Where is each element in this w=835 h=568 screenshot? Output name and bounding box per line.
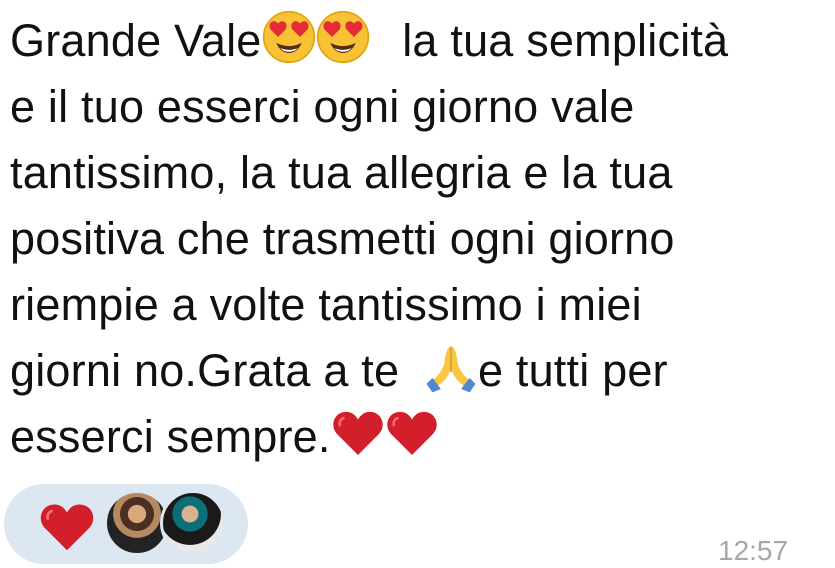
message-line: positiva che trasmetti ogni giorno xyxy=(10,213,675,264)
message-text: Grande Vale la tua semplicità e il tuo e… xyxy=(10,8,825,470)
message-line: tantissimo, la tua allegria e la tua xyxy=(10,147,673,198)
red-heart-emoji-icon xyxy=(386,411,437,455)
heart-eyes-emoji-icon xyxy=(316,10,369,64)
message-text-segment: la tua semplicità xyxy=(389,15,729,66)
message-text-segment: e tutti per xyxy=(477,345,668,396)
folded-hands-emoji-icon xyxy=(426,345,476,393)
message-line: e il tuo esserci ogni giorno vale xyxy=(10,81,635,132)
message-timestamp: 12:57 xyxy=(718,535,789,566)
message-line: riempie a volte tantissimo i miei xyxy=(10,279,642,330)
message-line: esserci sempre. xyxy=(10,404,825,470)
message-bubble[interactable]: Grande Vale la tua semplicità e il tuo e… xyxy=(0,0,835,566)
red-heart-emoji-icon xyxy=(332,411,383,455)
message-text-segment: Grande Vale xyxy=(10,15,262,66)
message-text-segment: esserci sempre. xyxy=(10,411,331,462)
heart-eyes-emoji-icon xyxy=(262,10,315,64)
message-line: Grande Vale la tua semplicità xyxy=(10,8,825,74)
message-line: giorni no.Grata a te e tutti per xyxy=(10,338,825,404)
heart-reaction-icon[interactable] xyxy=(38,500,96,552)
message-text-segment: giorni no.Grata a te xyxy=(10,345,412,396)
reactor-avatar[interactable] xyxy=(160,490,226,556)
